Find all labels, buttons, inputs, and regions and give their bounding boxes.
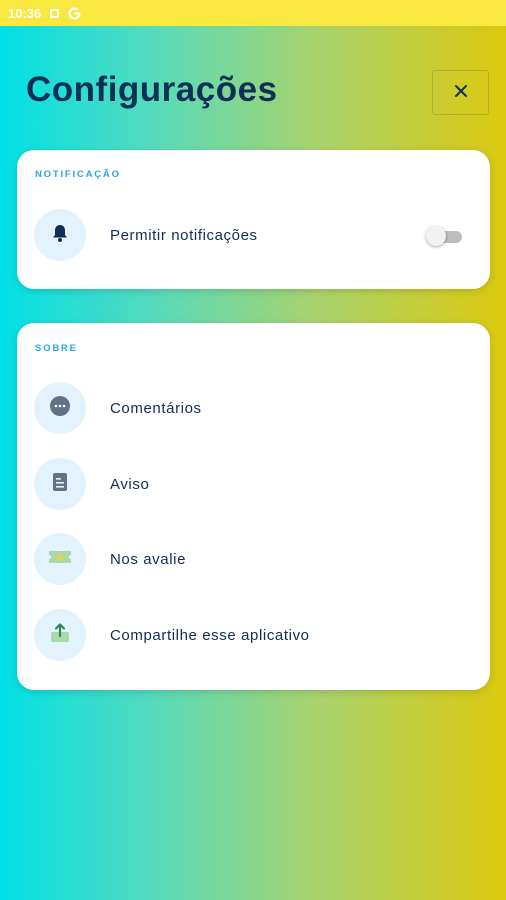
notifications-card: NOTIFICAÇÃO Permitir notificações [17,150,490,289]
notifications-label: Permitir notificações [110,226,258,244]
ticket-icon-badge [34,533,86,585]
share-icon [48,621,72,649]
about-item-comments[interactable]: Comentários [17,378,490,438]
document-icon [49,471,71,497]
about-item-label: Comentários [110,399,202,417]
notification-icon [49,8,60,19]
page-title: Configurações [26,70,278,109]
about-item-rate[interactable]: Nos avalie [17,529,490,589]
toggle-knob [426,226,446,246]
close-icon [453,83,469,103]
about-item-label: Aviso [110,475,150,493]
section-label-notifications: NOTIFICAÇÃO [35,169,121,180]
about-item-label: Compartilhe esse aplicativo [110,626,310,644]
document-icon-badge [34,458,86,510]
google-icon [68,6,81,20]
share-icon-badge [34,609,86,661]
notifications-row[interactable]: Permitir notificações [17,205,490,265]
about-card: SOBRE Comentários Aviso Nos avalie Compa… [17,323,490,690]
about-item-share[interactable]: Compartilhe esse aplicativo [17,605,490,665]
chat-icon-badge [34,382,86,434]
section-label-about: SOBRE [35,343,78,354]
about-item-notice[interactable]: Aviso [17,454,490,514]
status-bar: 10:36 [0,0,506,26]
about-item-label: Nos avalie [110,550,187,568]
chat-bubble-icon [48,394,72,422]
bell-icon [49,222,71,248]
notifications-toggle[interactable] [426,225,462,246]
ticket-star-icon [47,547,73,571]
close-button[interactable] [432,70,489,115]
status-time: 10:36 [8,5,42,21]
bell-icon-badge [34,209,86,261]
